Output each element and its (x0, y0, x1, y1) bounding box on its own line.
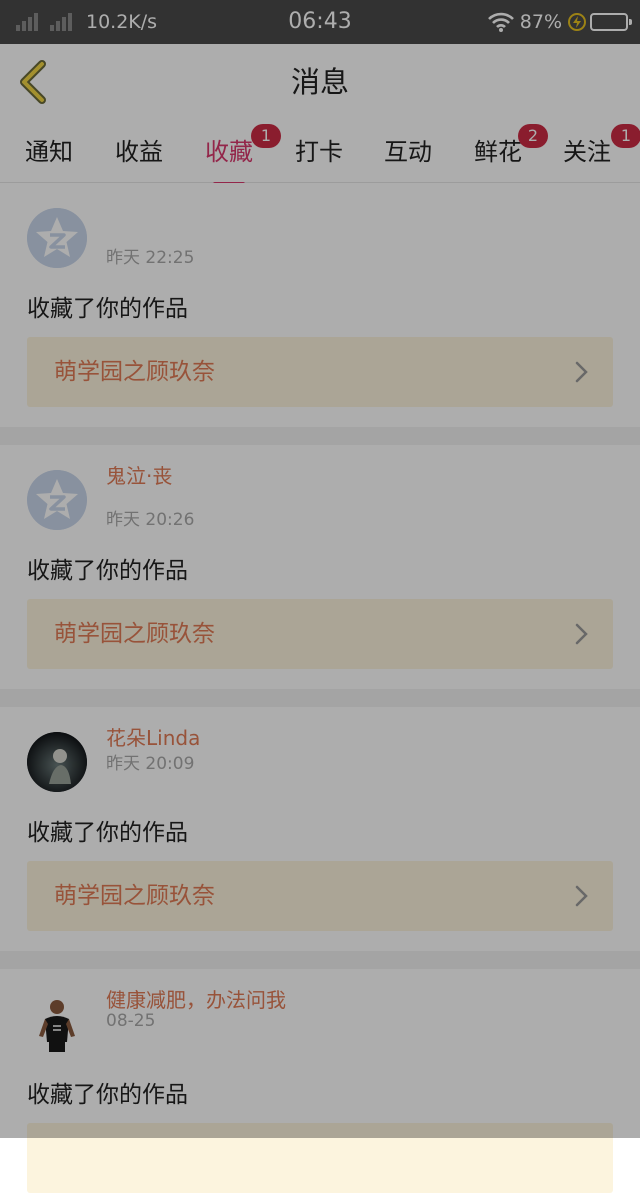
back-button[interactable] (14, 58, 54, 106)
work-link[interactable]: 萌学园之顾玖奈 (27, 337, 613, 407)
unread-badge: 1 (251, 124, 281, 148)
tab-label: 打卡 (295, 138, 343, 166)
timestamp: 昨天 20:26 (106, 510, 195, 530)
charging-icon (568, 13, 586, 31)
work-title: 萌学园之顾玖奈 (54, 621, 215, 647)
tab-earnings[interactable]: 收益 (115, 132, 163, 167)
timestamp: 昨天 20:09 (106, 754, 195, 774)
username[interactable]: 花朵Linda (106, 722, 200, 751)
user-photo-icon (27, 732, 87, 792)
chevron-left-icon (20, 60, 46, 104)
unread-badge: 2 (518, 124, 548, 148)
tab-notifications[interactable]: 通知 (25, 132, 73, 167)
tab-label: 收藏 (205, 138, 253, 166)
status-right: 87% (487, 0, 632, 44)
username[interactable]: 健康减肥，办法问我 (106, 984, 286, 1013)
action-text: 收藏了你的作品 (27, 820, 188, 846)
page-title: 消息 (290, 65, 349, 99)
avatar[interactable] (27, 732, 87, 792)
tab-label: 收益 (115, 138, 163, 166)
status-bar: 10.2K/s 06:43 87% (0, 0, 640, 44)
message-card: 健康减肥，办法问我 08-25 收藏了你的作品 (0, 969, 640, 1193)
tab-bar: 通知 收益 收藏 1 打卡 互动 鲜花 2 关注 1 (0, 120, 640, 186)
avatar[interactable] (27, 208, 87, 268)
battery-percent: 87% (519, 11, 562, 33)
user-photo-icon (27, 994, 87, 1054)
work-link[interactable]: 萌学园之顾玖奈 (27, 599, 613, 669)
tab-label: 鲜花 (474, 138, 522, 166)
unread-badge: 1 (611, 124, 640, 148)
work-title: 萌学园之顾玖奈 (54, 883, 215, 909)
message-card: 花朵Linda 昨天 20:09 收藏了你的作品 萌学园之顾玖奈 (0, 707, 640, 951)
default-avatar-icon (27, 208, 87, 268)
message-list: 昨天 22:25 收藏了你的作品 萌学园之顾玖奈 鬼泣·丧 昨天 20:26 收… (0, 183, 640, 1193)
battery-icon (590, 13, 632, 31)
work-link[interactable]: 萌学园之顾玖奈 (27, 861, 613, 931)
tab-label: 关注 (563, 138, 611, 166)
tab-follows[interactable]: 关注 1 (563, 124, 640, 167)
tab-label: 通知 (25, 138, 73, 166)
chevron-right-icon (575, 623, 588, 645)
tab-interactions[interactable]: 互动 (384, 132, 432, 167)
tab-label: 互动 (384, 138, 432, 166)
message-card: 鬼泣·丧 昨天 20:26 收藏了你的作品 萌学园之顾玖奈 (0, 445, 640, 689)
chevron-right-icon (575, 885, 588, 907)
username[interactable]: 鬼泣·丧 (106, 460, 172, 489)
nav-header: 消息 (0, 44, 640, 120)
chevron-right-icon (575, 361, 588, 383)
work-title: 萌学园之顾玖奈 (54, 359, 215, 385)
action-text: 收藏了你的作品 (27, 296, 188, 322)
default-avatar-icon (27, 470, 87, 530)
work-link[interactable] (27, 1123, 613, 1193)
tab-favorites[interactable]: 收藏 1 (205, 124, 281, 186)
tab-checkin[interactable]: 打卡 (295, 132, 343, 167)
tab-flowers[interactable]: 鲜花 2 (474, 124, 548, 167)
action-text: 收藏了你的作品 (27, 558, 188, 584)
wifi-icon (487, 12, 514, 32)
avatar[interactable] (27, 994, 87, 1054)
timestamp: 08-25 (106, 1011, 156, 1031)
message-card: 昨天 22:25 收藏了你的作品 萌学园之顾玖奈 (0, 183, 640, 427)
timestamp: 昨天 22:25 (106, 248, 195, 268)
avatar[interactable] (27, 470, 87, 530)
action-text: 收藏了你的作品 (27, 1082, 188, 1108)
